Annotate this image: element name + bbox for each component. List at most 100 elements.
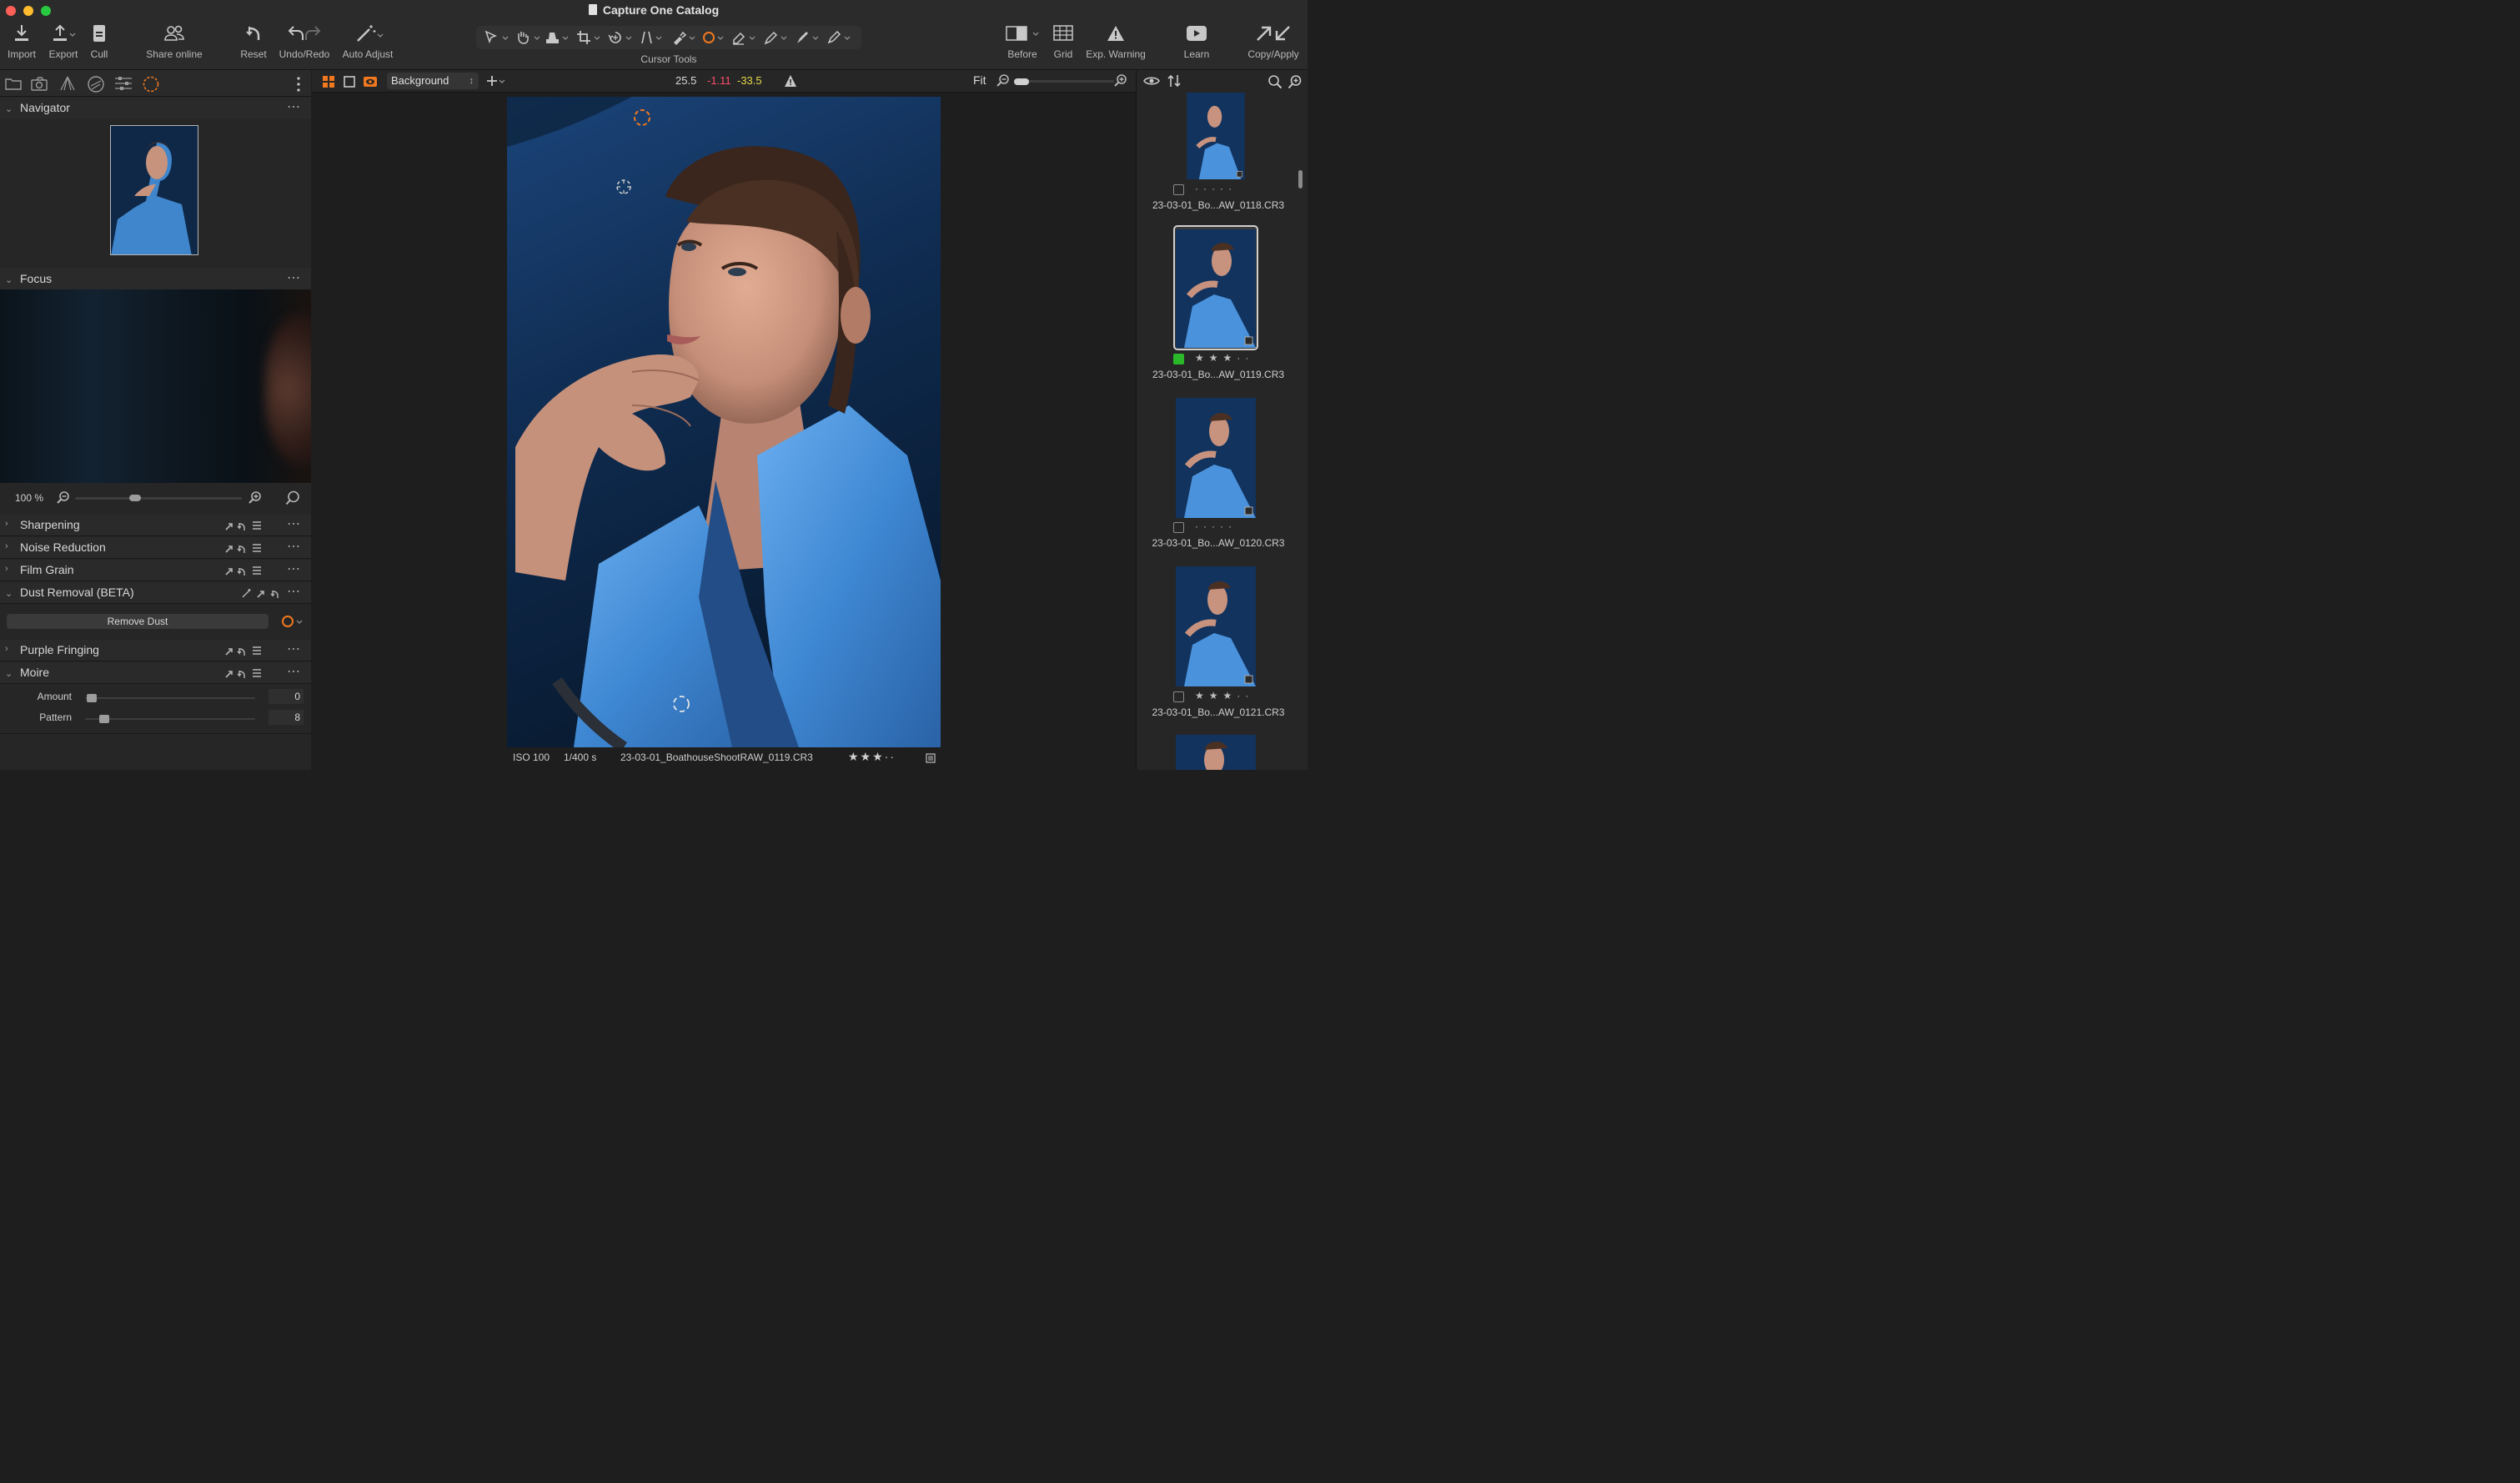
viewer-zoom-slider-knob[interactable] <box>1014 78 1029 85</box>
zoom-out-icon[interactable] <box>57 491 70 505</box>
star-rating[interactable]: ····· <box>1195 520 1237 532</box>
moire-amount-value[interactable]: 0 <box>269 689 304 704</box>
tool-actions-icons[interactable] <box>224 644 283 657</box>
lens-tab-icon[interactable] <box>59 76 76 91</box>
thumbnail-0121[interactable] <box>1176 566 1256 686</box>
spot-removal-icon[interactable] <box>671 30 698 45</box>
share-online-button[interactable]: Share online <box>142 23 207 68</box>
zoom-out-icon[interactable] <box>996 74 1010 88</box>
more-options-icon[interactable]: ⋯ <box>287 538 301 555</box>
learn-button[interactable]: Learn <box>1179 23 1214 68</box>
browser-zoom-icon[interactable] <box>1288 74 1303 89</box>
purple-fringing-header[interactable]: › Purple Fringing ⋯ <box>0 640 311 661</box>
star-rating[interactable]: ★★★·· <box>1195 352 1253 364</box>
color-tab-icon[interactable] <box>87 76 105 93</box>
moire-header[interactable]: ⌄ Moire ⋯ <box>0 662 311 684</box>
add-layer-icon[interactable] <box>485 74 507 88</box>
moire-pattern-slider[interactable] <box>85 718 255 720</box>
sharpening-header[interactable]: › Sharpening ⋯ <box>0 515 311 536</box>
moire-amount-slider-knob[interactable] <box>87 694 97 702</box>
more-options-icon[interactable]: ⋯ <box>287 98 301 115</box>
folder-tab-icon[interactable] <box>5 76 22 91</box>
more-options-icon[interactable]: ⋯ <box>287 583 301 600</box>
pan-hand-icon[interactable] <box>515 30 541 45</box>
sort-icon[interactable] <box>1167 74 1182 88</box>
zoom-in-icon[interactable] <box>1114 74 1127 88</box>
thumbnail-0118[interactable] <box>1176 93 1256 179</box>
remove-dust-button[interactable]: Remove Dust <box>7 614 269 629</box>
brush-icon[interactable] <box>795 30 821 45</box>
keystone-icon[interactable] <box>640 30 666 45</box>
browser-scrollbar[interactable] <box>1298 170 1303 189</box>
grid-button[interactable]: Grid <box>1049 23 1077 68</box>
auto-adjust-button[interactable]: Auto Adjust <box>339 23 397 68</box>
noise-reduction-header[interactable]: › Noise Reduction ⋯ <box>0 537 311 559</box>
star-rating[interactable]: ····· <box>1195 183 1237 194</box>
search-icon[interactable] <box>1268 74 1283 89</box>
focus-loupe-view[interactable] <box>0 289 311 483</box>
share-people-icon <box>164 25 184 41</box>
dust-circle-icon[interactable] <box>701 30 728 45</box>
main-photo[interactable] <box>507 97 941 747</box>
copy-apply-button[interactable]: Copy/Apply <box>1246 23 1301 68</box>
thumbnail-next[interactable] <box>1176 735 1256 770</box>
cull-button[interactable]: Cull <box>87 23 112 68</box>
layer-select[interactable]: Background ↕ <box>387 73 479 89</box>
more-options-icon[interactable]: ⋯ <box>287 269 301 286</box>
import-button[interactable]: Import <box>3 23 40 68</box>
zoom-in-icon[interactable] <box>248 491 262 505</box>
reset-button[interactable]: Reset <box>237 23 270 68</box>
star-rating[interactable]: ★★★·· <box>1195 690 1253 701</box>
focus-zoom-slider[interactable] <box>75 497 242 500</box>
thumbnail-0119[interactable] <box>1176 229 1256 348</box>
tool-actions-icons[interactable] <box>224 564 283 577</box>
export-button[interactable]: Export <box>45 23 82 68</box>
star-rating[interactable]: ★★★·· <box>848 750 896 764</box>
more-options-icon[interactable]: ⋯ <box>287 561 301 577</box>
loupe-icon[interactable] <box>545 30 571 45</box>
picker-icon[interactable] <box>763 30 790 45</box>
capture-tab-icon[interactable] <box>31 76 49 91</box>
navigator-header[interactable]: ⌄ Navigator ⋯ <box>0 98 311 119</box>
color-tag-green[interactable] <box>1173 354 1184 364</box>
warning-triangle-icon[interactable] <box>784 74 797 88</box>
color-tag-checkbox[interactable] <box>1173 522 1184 533</box>
navigator-thumbnail[interactable] <box>110 125 198 255</box>
viewer-zoom-slider[interactable] <box>1014 80 1114 83</box>
fit-label[interactable]: Fit <box>973 73 986 87</box>
before-button[interactable]: Before <box>999 23 1046 68</box>
tool-actions-icons[interactable] <box>224 666 283 680</box>
moire-amount-slider[interactable] <box>85 697 255 699</box>
more-options-icon[interactable]: ⋯ <box>287 641 301 657</box>
select-cursor-icon[interactable] <box>483 30 510 45</box>
eraser-icon[interactable] <box>731 30 758 45</box>
more-tabs-icon[interactable] <box>295 76 302 93</box>
thumbnail-0120[interactable] <box>1176 398 1256 518</box>
mask-frame-icon[interactable] <box>343 75 356 88</box>
focus-zoom-slider-knob[interactable] <box>129 495 142 501</box>
tool-actions-icons[interactable] <box>224 519 283 532</box>
layers-grid-icon[interactable] <box>322 75 335 88</box>
cursor-tools-label: Cursor Tools <box>640 53 697 65</box>
details-tab-icon[interactable] <box>142 76 160 93</box>
annotate-icon[interactable] <box>826 30 853 45</box>
focus-header[interactable]: ⌄ Focus ⋯ <box>0 269 311 290</box>
focus-search-icon[interactable] <box>285 490 300 505</box>
dust-removal-header[interactable]: ⌄ Dust Removal (BETA) ⋯ <box>0 582 311 604</box>
color-tag-checkbox[interactable] <box>1173 691 1184 702</box>
eye-icon[interactable] <box>1143 75 1160 87</box>
tool-actions-icons[interactable] <box>224 541 283 555</box>
show-mask-icon[interactable] <box>363 75 378 88</box>
exposure-warning-button[interactable]: Exp. Warning <box>1084 23 1147 68</box>
color-tag-checkbox[interactable] <box>1173 184 1184 195</box>
moire-pattern-slider-knob[interactable] <box>99 715 110 723</box>
adjustments-tab-icon[interactable] <box>114 76 133 91</box>
more-options-icon[interactable]: ⋯ <box>287 515 301 532</box>
rotate-icon[interactable] <box>608 30 635 45</box>
dust-cursor-tool-icon[interactable] <box>280 614 305 629</box>
film-grain-header[interactable]: › Film Grain ⋯ <box>0 560 311 581</box>
tool-actions-icons[interactable] <box>241 586 283 600</box>
more-options-icon[interactable]: ⋯ <box>287 663 301 680</box>
moire-pattern-value[interactable]: 8 <box>269 710 304 725</box>
crop-icon[interactable] <box>576 30 603 45</box>
